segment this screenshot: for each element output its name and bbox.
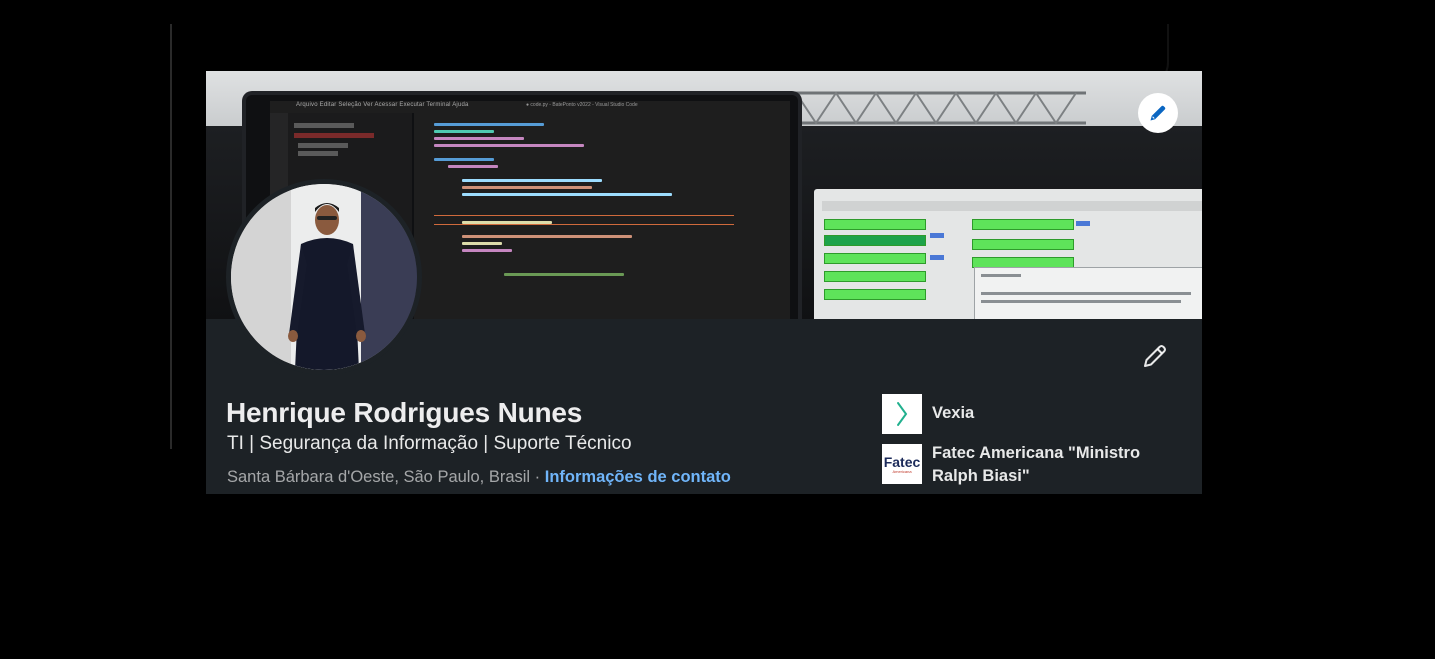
edit-intro-pencil-icon[interactable] bbox=[1140, 341, 1170, 371]
location-separator: · bbox=[530, 468, 545, 486]
code-line bbox=[462, 179, 602, 182]
profile-location: Santa Bárbara d'Oeste, São Paulo, Brasil bbox=[227, 468, 531, 486]
code-line bbox=[462, 249, 512, 252]
fatec-logo: Fatec Americana bbox=[882, 444, 922, 484]
flow-app-toolbar bbox=[822, 201, 1202, 211]
flow-node bbox=[972, 239, 1074, 250]
code-line bbox=[434, 137, 524, 140]
code-line bbox=[504, 273, 624, 276]
dialog-row bbox=[981, 274, 1021, 277]
org-item-fatec[interactable]: Fatec Americana Fatec Americana "Ministr… bbox=[882, 444, 1162, 488]
profile-top-card: Arquivo Editar Seleção Ver Acessar Execu… bbox=[206, 71, 1202, 494]
org-name: Fatec Americana "Ministro Ralph Biasi" bbox=[932, 444, 1141, 485]
flow-node bbox=[824, 235, 926, 246]
explorer-line bbox=[298, 151, 338, 156]
profile-location-line: Santa Bárbara d'Oeste, São Paulo, Brasil… bbox=[227, 468, 731, 487]
flow-tag bbox=[930, 255, 944, 260]
flow-node bbox=[824, 289, 926, 300]
vexia-chevron-icon bbox=[897, 402, 908, 426]
org-name: Vexia bbox=[932, 404, 975, 422]
explorer-line bbox=[294, 123, 354, 128]
code-line bbox=[462, 193, 672, 196]
flow-tag bbox=[930, 233, 944, 238]
flow-node bbox=[824, 271, 926, 282]
screenshot-stage: Arquivo Editar Seleção Ver Acessar Execu… bbox=[0, 0, 1435, 659]
code-line bbox=[434, 144, 584, 147]
profile-headline: TI | Segurança da Informação | Suporte T… bbox=[227, 433, 632, 454]
profile-name: Henrique Rodrigues Nunes bbox=[226, 397, 583, 428]
dialog-row bbox=[981, 292, 1191, 295]
explorer-line bbox=[294, 133, 374, 138]
org-item-vexia[interactable]: Vexia bbox=[882, 394, 1162, 434]
flow-tag bbox=[1076, 221, 1090, 226]
pencil-icon bbox=[1150, 105, 1166, 121]
vexia-logo bbox=[882, 394, 922, 434]
avatar-image bbox=[231, 184, 417, 370]
left-edge-line bbox=[170, 24, 172, 449]
fatec-logo-subtext: Americana bbox=[892, 468, 912, 474]
contact-info-link[interactable]: Informações de contato bbox=[545, 468, 731, 486]
code-line bbox=[434, 158, 494, 161]
code-line bbox=[462, 235, 632, 238]
editor-current-line-highlight bbox=[434, 215, 734, 225]
code-line bbox=[462, 186, 592, 189]
flow-node bbox=[824, 253, 926, 264]
editor-menu-text: Arquivo Editar Seleção Ver Acessar Execu… bbox=[296, 102, 469, 108]
person-photo bbox=[231, 184, 417, 370]
edit-cover-button[interactable] bbox=[1138, 93, 1178, 133]
code-line bbox=[462, 242, 502, 245]
code-line bbox=[434, 130, 494, 133]
flow-node bbox=[972, 219, 1074, 230]
dialog-row bbox=[981, 300, 1181, 303]
flow-node bbox=[824, 219, 926, 230]
explorer-line bbox=[298, 143, 348, 148]
profile-photo[interactable] bbox=[226, 179, 422, 375]
cover-monitor-flow-app bbox=[814, 189, 1202, 319]
editor-window-title: ● code.py - BatePonto v2022 - Visual Stu… bbox=[526, 102, 638, 108]
fatec-logo-word: Fatec bbox=[883, 453, 921, 470]
flow-app-dialog bbox=[974, 267, 1202, 319]
code-line bbox=[448, 165, 498, 168]
code-line bbox=[434, 123, 544, 126]
